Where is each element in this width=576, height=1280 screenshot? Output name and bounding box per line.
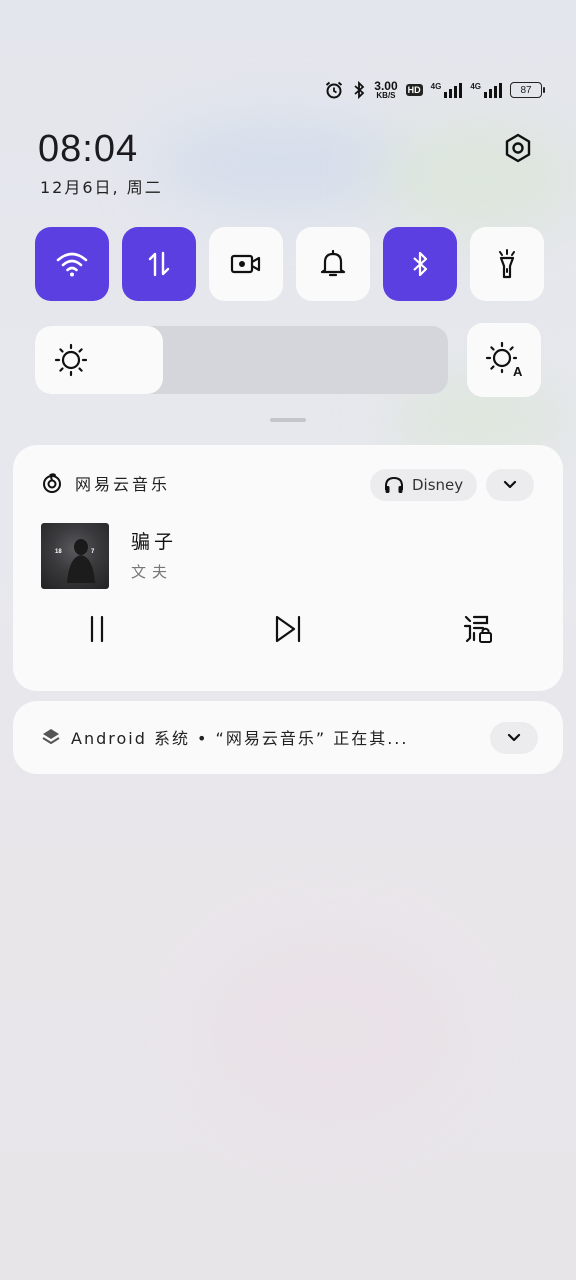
settings-button[interactable] xyxy=(498,128,538,168)
app-name: 网易云音乐 xyxy=(75,475,171,494)
network-type: 4G xyxy=(430,82,442,91)
output-device-chip[interactable]: Disney xyxy=(370,469,478,501)
album-cover[interactable]: 18 7 xyxy=(41,523,109,589)
network-type: 4G xyxy=(470,82,481,91)
battery-icon: 87 xyxy=(510,82,545,98)
chevron-down-icon xyxy=(507,733,521,742)
clock: 08:04 xyxy=(38,128,139,170)
cover-figure xyxy=(67,539,95,583)
chevron-down-icon xyxy=(503,480,517,489)
flashlight-icon xyxy=(499,249,515,279)
next-button[interactable] xyxy=(268,611,308,647)
drag-handle[interactable] xyxy=(270,418,306,422)
expand-button[interactable] xyxy=(490,722,538,754)
svg-text:A: A xyxy=(513,364,523,379)
bluetooth-icon xyxy=(354,80,365,100)
data-arrows-icon xyxy=(148,251,170,277)
wifi-icon xyxy=(56,252,88,277)
background-blur xyxy=(380,120,576,240)
expand-button[interactable] xyxy=(486,469,534,501)
background-blur xyxy=(150,120,410,210)
gear-icon xyxy=(505,133,531,163)
artist-name: 文夫 xyxy=(131,563,174,581)
status-bar: 3.00 KB/S HD 4G 4G 87 xyxy=(324,78,545,102)
hd-icon: HD xyxy=(405,84,423,96)
brightness-slider[interactable] xyxy=(35,326,448,394)
pause-button[interactable] xyxy=(77,611,117,647)
quick-settings-tiles xyxy=(35,227,544,301)
speed-unit: KB/S xyxy=(376,91,396,100)
bell-icon xyxy=(320,249,346,277)
headphones-icon xyxy=(385,476,403,493)
flashlight-toggle[interactable] xyxy=(470,227,544,301)
media-app-row: 网易云音乐 xyxy=(41,471,170,495)
bluetooth-toggle[interactable] xyxy=(383,227,457,301)
netease-music-icon xyxy=(43,473,61,493)
date: 12月6日, 周二 xyxy=(40,178,163,197)
signal-icon: 4G xyxy=(431,82,463,98)
network-speed: 3.00 KB/S xyxy=(374,80,397,100)
wifi-toggle[interactable] xyxy=(35,227,109,301)
video-camera-icon xyxy=(230,254,261,274)
auto-brightness-icon: A xyxy=(485,341,523,379)
sun-icon xyxy=(54,343,88,377)
bluetooth-icon xyxy=(413,251,428,277)
system-notification-card[interactable]: Android 系统 • “网易云音乐” 正在其... xyxy=(13,701,563,774)
device-name: Disney xyxy=(412,476,464,494)
media-notification-card[interactable]: 网易云音乐 Disney 18 7 骗子 文夫 xyxy=(13,445,563,691)
alarm-icon xyxy=(326,81,343,99)
song-title: 骗子 xyxy=(131,531,178,553)
mobile-data-toggle[interactable] xyxy=(122,227,196,301)
signal-icon: 4G xyxy=(470,82,502,98)
pause-icon xyxy=(90,615,104,643)
lyrics-lock-button[interactable] xyxy=(459,611,499,647)
notification-text: Android 系统 • “网易云音乐” 正在其... xyxy=(71,729,409,748)
layers-icon xyxy=(42,729,60,744)
notification-row: Android 系统 • “网易云音乐” 正在其... xyxy=(41,725,408,749)
skip-next-icon xyxy=(275,615,301,643)
lyrics-lock-icon xyxy=(463,615,492,643)
battery-level: 87 xyxy=(520,84,532,96)
sound-toggle[interactable] xyxy=(296,227,370,301)
background-blur xyxy=(200,930,460,1130)
screen-record-toggle[interactable] xyxy=(209,227,283,301)
auto-brightness-button[interactable]: A xyxy=(467,323,541,397)
